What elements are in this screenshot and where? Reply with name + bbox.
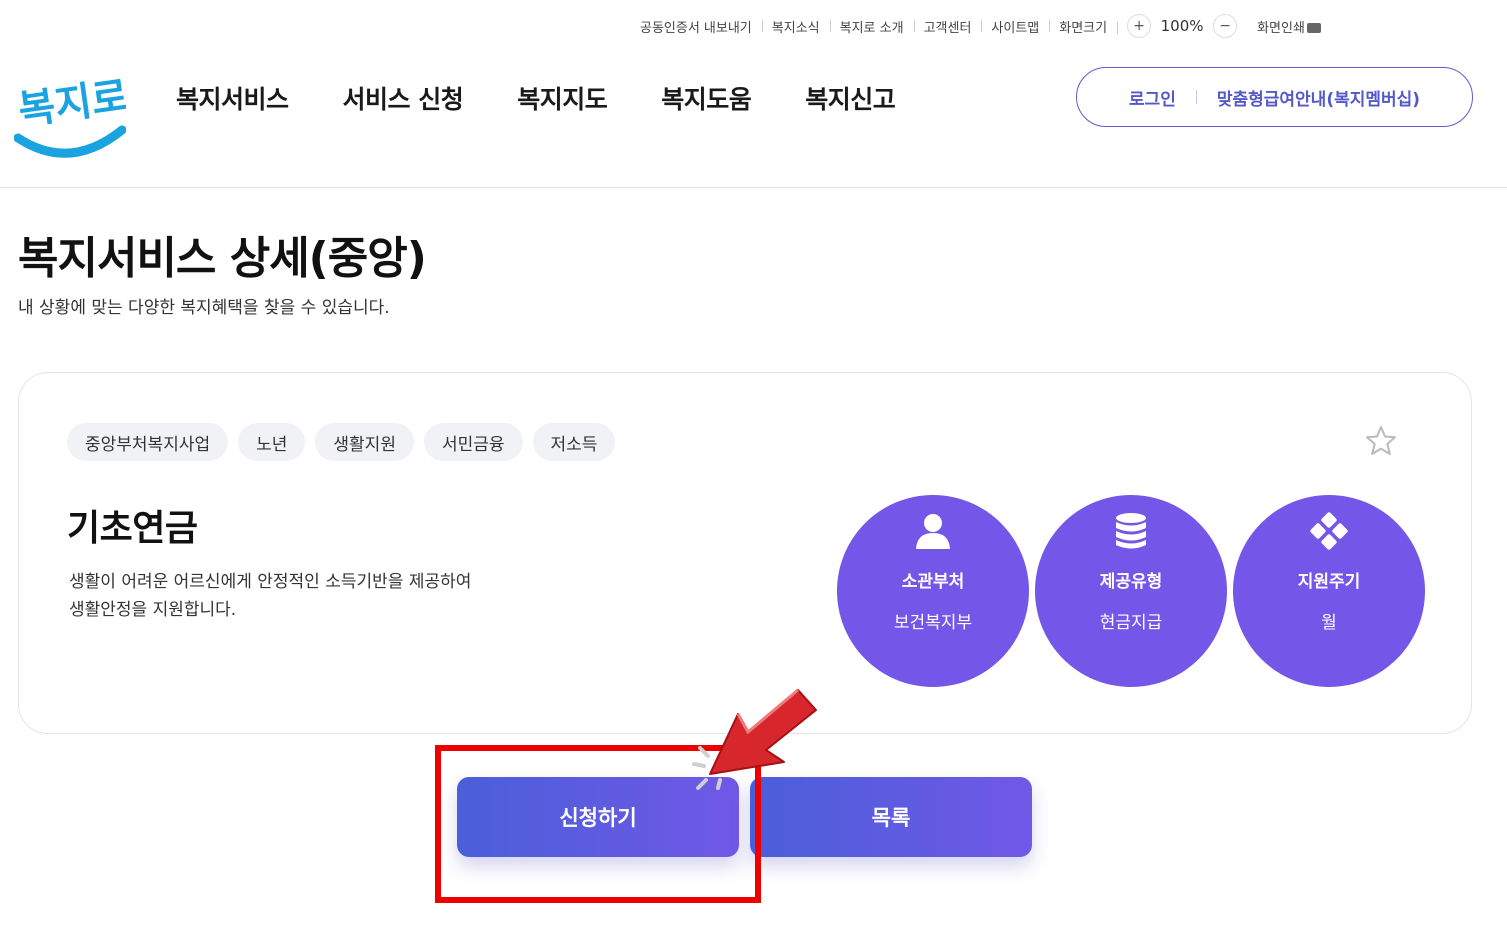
- info-circle-provision-type: 제공유형 현금지급: [1035, 495, 1227, 687]
- logo-text: 복지로: [16, 73, 126, 134]
- person-icon: [913, 511, 953, 551]
- service-title: 기초연금: [67, 508, 198, 549]
- info-circle-support-cycle: 지원주기 월: [1233, 495, 1425, 687]
- tag-item[interactable]: 노년: [238, 423, 306, 461]
- login-panel: 로그인 맞춤형급여안내(복지멤버십): [1076, 67, 1473, 127]
- util-link-customer-center[interactable]: 고객센터: [913, 17, 982, 36]
- printer-icon: [1306, 23, 1321, 33]
- info-label: 소관부처: [901, 572, 965, 592]
- site-logo[interactable]: 복지로: [13, 62, 131, 164]
- page-title: 복지서비스 상세(중앙): [18, 233, 427, 284]
- description-line: 생활안정을 지원합니다.: [69, 600, 237, 620]
- zoom-level: 100%: [1160, 17, 1204, 35]
- utility-bar: 공동인증서 내보내기 복지소식 복지로 소개 고객센터 사이트맵 화면크기 + …: [630, 12, 1467, 40]
- info-label: 지원주기: [1297, 572, 1361, 592]
- login-link[interactable]: 로그인: [1129, 85, 1176, 110]
- page-subtitle: 내 상황에 맞는 다양한 복지혜택을 찾을 수 있습니다.: [18, 298, 390, 318]
- nav-welfare-report[interactable]: 복지신고: [805, 80, 896, 116]
- zoom-in-button[interactable]: +: [1127, 14, 1152, 38]
- info-value: 월: [1321, 613, 1337, 633]
- info-circle-ministry: 소관부처 보건복지부: [837, 495, 1029, 687]
- star-icon: [1366, 426, 1396, 455]
- nav-service-apply[interactable]: 서비스 신청: [343, 80, 464, 116]
- nav-welfare-help[interactable]: 복지도움: [661, 80, 752, 116]
- util-link-cert-export[interactable]: 공동인증서 내보내기: [630, 17, 762, 36]
- cycle-icon: [1309, 511, 1349, 551]
- util-link-news[interactable]: 복지소식: [761, 17, 830, 36]
- nav-welfare-map[interactable]: 복지지도: [517, 80, 608, 116]
- zoom-out-button[interactable]: −: [1213, 14, 1238, 38]
- zoom-control: + 100% −: [1117, 14, 1247, 38]
- util-link-sitemap[interactable]: 사이트맵: [981, 17, 1049, 36]
- print-button[interactable]: 화면인쇄: [1247, 17, 1331, 36]
- util-label-screen-size: 화면크기: [1049, 17, 1117, 36]
- service-description: 생활이 어려운 어르신에게 안정적인 소득기반을 제공하여 생활안정을 지원합니…: [69, 568, 529, 624]
- login-divider: [1195, 90, 1197, 104]
- nav-welfare-service[interactable]: 복지서비스: [176, 80, 289, 116]
- tag-list: 중앙부처복지사업 노년 생활지원 서민금융 저소득: [67, 423, 616, 461]
- service-card: 중앙부처복지사업 노년 생활지원 서민금융 저소득 기초연금 생활이 어려운 어…: [18, 372, 1472, 734]
- site-header: 공동인증서 내보내기 복지소식 복지로 소개 고객센터 사이트맵 화면크기 + …: [0, 0, 1507, 188]
- info-value: 보건복지부: [893, 613, 973, 633]
- membership-link[interactable]: 맞춤형급여안내(복지멤버십): [1217, 85, 1420, 110]
- description-line: 생활이 어려운 어르신에게 안정적인 소득기반을 제공하여: [69, 572, 472, 592]
- tag-item[interactable]: 생활지원: [315, 423, 414, 461]
- service-info-circles: 소관부처 보건복지부 제공유형 현금지급 지원주기 월: [837, 495, 1425, 687]
- tag-item[interactable]: 중앙부처복지사업: [67, 423, 229, 461]
- favorite-button[interactable]: [1363, 423, 1399, 459]
- util-link-about[interactable]: 복지로 소개: [829, 17, 914, 36]
- pointer-arrow-icon: [692, 688, 817, 790]
- info-value: 현금지급: [1099, 613, 1163, 633]
- tag-item[interactable]: 저소득: [532, 423, 616, 461]
- main-nav: 복지서비스 서비스 신청 복지지도 복지도움 복지신고: [176, 80, 896, 116]
- tag-item[interactable]: 서민금융: [423, 423, 523, 461]
- info-label: 제공유형: [1099, 572, 1163, 592]
- coins-icon: [1111, 511, 1151, 551]
- print-label: 화면인쇄: [1257, 20, 1305, 36]
- bokjiro-logo-icon: 복지로: [13, 73, 131, 158]
